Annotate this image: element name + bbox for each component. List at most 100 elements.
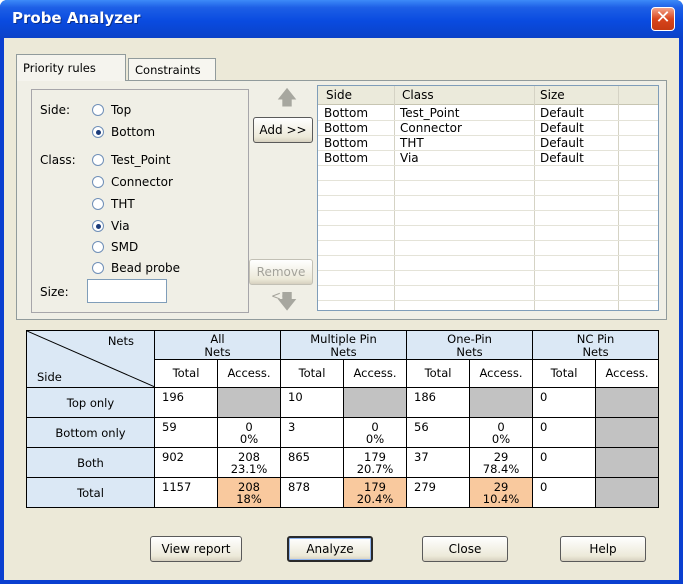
cell-total: 0	[532, 447, 597, 478]
cell-size: Default	[540, 136, 584, 150]
radio-label: Bead probe	[111, 261, 181, 275]
column-header-size[interactable]: Size	[540, 88, 565, 102]
radio-circle-icon	[92, 262, 104, 274]
list-header: Side Class Size	[318, 86, 658, 105]
list-row[interactable]: Bottom Test_Point Default	[318, 106, 658, 121]
view-report-button[interactable]: View report	[150, 536, 242, 562]
column-header-side[interactable]: Side	[326, 88, 352, 102]
radio-circle-icon	[92, 198, 104, 210]
radio-label: SMD	[111, 240, 139, 254]
rule-options-group: Side: Top Bottom Class: Test_Point Conne…	[31, 89, 249, 313]
close-window-icon[interactable]: ✕	[651, 7, 675, 31]
radio-label: Top	[111, 103, 132, 117]
corner-nets-label: Nets	[107, 334, 134, 348]
size-label: Size:	[40, 285, 69, 299]
cell-access-empty	[595, 417, 660, 448]
radio-side-bottom[interactable]: Bottom	[92, 125, 155, 139]
header-one-pin-nets: One-Pin Nets	[406, 330, 534, 360]
cell-side: Bottom	[324, 106, 369, 120]
radio-circle-icon	[92, 154, 104, 166]
subheader-access: Access.	[595, 359, 660, 388]
list-row	[318, 271, 658, 286]
cell-total: 59	[154, 417, 218, 448]
title-bar[interactable]: Probe Analyzer ✕	[0, 0, 683, 38]
list-row	[318, 256, 658, 271]
subheader-total: Total	[154, 359, 218, 388]
cell-total: 3	[280, 417, 344, 448]
cell-access: 0 0%	[342, 417, 408, 448]
cell-total: 902	[154, 447, 218, 478]
radio-label: Bottom	[111, 125, 156, 139]
radio-class-bead-probe[interactable]: Bead probe	[92, 261, 180, 275]
cell-access-highlight: 29 10.4%	[469, 477, 534, 508]
cell-access-empty	[595, 477, 660, 508]
cell-total: 37	[406, 447, 471, 478]
list-row	[318, 226, 658, 241]
row-label: Bottom only	[26, 417, 155, 448]
priority-rules-panel: Side: Top Bottom Class: Test_Point Conne…	[16, 80, 667, 320]
list-row[interactable]: Bottom Via Default	[318, 151, 658, 166]
radio-class-connector[interactable]: Connector	[92, 175, 173, 189]
subheader-total: Total	[532, 359, 597, 388]
size-input[interactable]	[87, 279, 167, 303]
remove-button[interactable]: Remove <<	[249, 259, 313, 303]
cell-class: Connector	[400, 121, 462, 135]
column-header-class[interactable]: Class	[402, 88, 434, 102]
radio-class-via[interactable]: Via	[92, 219, 130, 233]
move-down-arrow-icon[interactable]: 🡇	[269, 287, 305, 315]
cell-access: 29 78.4%	[469, 447, 534, 478]
radio-label: Via	[111, 219, 130, 233]
list-row[interactable]: Bottom Connector Default	[318, 121, 658, 136]
radio-label: Connector	[111, 175, 173, 189]
window-title: Probe Analyzer	[12, 9, 141, 27]
radio-circle-icon	[92, 176, 104, 188]
row-label: Top only	[26, 387, 155, 418]
cell-total: 279	[406, 477, 471, 508]
tab-priority-rules[interactable]: Priority rules	[16, 54, 126, 81]
priority-rules-list[interactable]: Side Class Size Bottom Test_Point Defaul…	[317, 85, 659, 311]
cell-size: Default	[540, 151, 584, 165]
add-button[interactable]: Add >>	[253, 117, 313, 143]
cell-class: Test_Point	[400, 106, 460, 120]
help-button[interactable]: Help	[560, 536, 646, 562]
row-label: Both	[26, 447, 155, 478]
cell-access-empty	[217, 387, 281, 418]
cell-side: Bottom	[324, 121, 369, 135]
radio-checked-icon	[92, 126, 104, 138]
row-label: Total	[26, 477, 155, 508]
close-button[interactable]: Close	[422, 536, 508, 562]
cell-access: 179 20.7%	[342, 447, 408, 478]
cell-access-empty	[469, 387, 534, 418]
cell-access-highlight: 208 18%	[217, 477, 281, 508]
cell-total: 196	[154, 387, 218, 418]
cell-access-highlight: 179 20.4%	[342, 477, 408, 508]
move-up-arrow-icon[interactable]: 🡅	[269, 83, 305, 111]
cell-access-empty	[595, 387, 660, 418]
radio-class-smd[interactable]: SMD	[92, 240, 138, 254]
cell-size: Default	[540, 106, 584, 120]
cell-class: THT	[400, 136, 424, 150]
cell-total: 0	[532, 417, 597, 448]
radio-label: THT	[111, 197, 135, 211]
tab-constraints[interactable]: Constraints	[128, 58, 216, 80]
cell-side: Bottom	[324, 136, 369, 150]
header-nc-pin-nets: NC Pin Nets	[532, 330, 660, 360]
cell-total: 56	[406, 417, 471, 448]
subheader-total: Total	[406, 359, 471, 388]
cell-size: Default	[540, 121, 584, 135]
list-row	[318, 181, 658, 196]
radio-side-top[interactable]: Top	[92, 103, 131, 117]
radio-class-test-point[interactable]: Test_Point	[92, 153, 170, 167]
analyze-button[interactable]: Analyze	[287, 536, 373, 562]
subheader-access: Access.	[217, 359, 281, 388]
list-row[interactable]: Bottom THT Default	[318, 136, 658, 151]
cell-access-empty	[595, 447, 660, 478]
table-row-both: Both 902 208 23.1% 865 179 20.7% 37 29 7…	[26, 447, 660, 478]
table-row-top-only: Top only 196 10 186 0	[26, 387, 660, 418]
radio-class-tht[interactable]: THT	[92, 197, 135, 211]
subheader-access: Access.	[342, 359, 408, 388]
table-row-total: Total 1157 208 18% 878 179 20.4% 279 29 …	[26, 477, 660, 508]
cell-class: Via	[400, 151, 419, 165]
table-corner-cell: Nets Side	[26, 330, 155, 388]
cell-side: Bottom	[324, 151, 369, 165]
